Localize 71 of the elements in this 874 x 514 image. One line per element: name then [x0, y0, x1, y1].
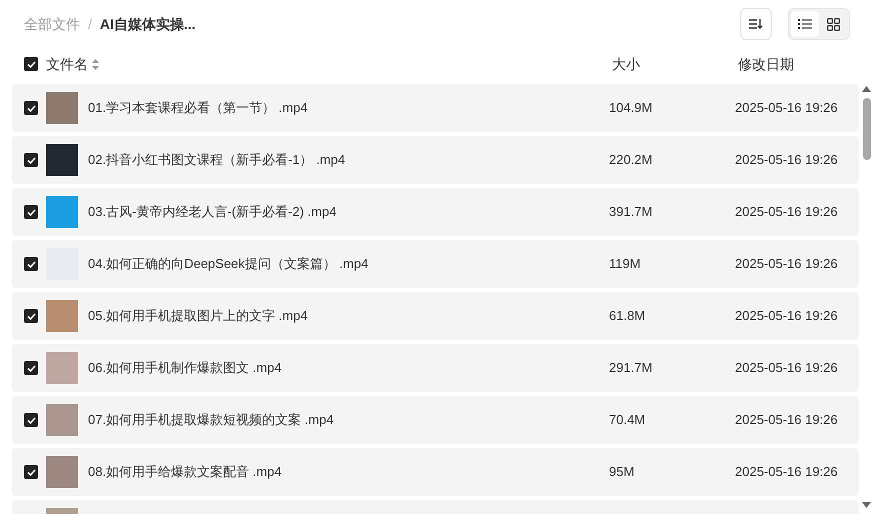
modified-date: 2025-05-16 19:26	[735, 203, 839, 222]
sort-icon	[749, 18, 763, 30]
file-row[interactable]: 04.如何正确的向DeepSeek提问（文案篇） .mp4 119M 2025-05-16 19:26	[12, 240, 859, 288]
column-header[interactable]: 文件名	[46, 54, 88, 74]
file-size: 70.4M	[609, 411, 646, 430]
file-row[interactable]: 07.如何用手机提取爆款短视频的文案 .mp4 70.4M 2025-05-16 19:26	[12, 396, 859, 444]
file-name[interactable]: 03.古风-黄帝内经老人言-(新手必看-2) .mp4	[88, 202, 336, 222]
scroll-up-icon[interactable]	[862, 86, 871, 92]
row-checkbox[interactable]	[24, 257, 38, 271]
video-thumbnail	[46, 352, 78, 384]
video-thumbnail	[46, 300, 78, 332]
breadcrumb-separator: /	[88, 14, 92, 34]
row-checkbox[interactable]	[24, 413, 38, 427]
file-row[interactable]: 03.古风-黄帝内经老人言-(新手必看-2) .mp4 391.7M 2025-05-16 19:26	[12, 188, 859, 236]
file-row[interactable]: 05.如何用手机提取图片上的文字 .mp4 61.8M 2025-05-16 19:26	[12, 292, 859, 340]
scrollbar-thumb[interactable]	[862, 98, 870, 160]
checkmark-icon	[26, 364, 36, 372]
modified-date: 2025-05-16 19:26	[735, 411, 839, 430]
video-thumbnail	[46, 404, 78, 436]
column-header: 修改日期	[738, 54, 795, 74]
modified-date: 2025-05-16 19:26	[735, 151, 839, 170]
modified-date: 2025-05-16 19:26	[735, 255, 839, 274]
file-row[interactable]: 01.学习本套课程必看（第一节） .mp4 104.9M 2025-05-16 19:26	[12, 84, 859, 132]
file-size: 291.7M	[609, 359, 654, 378]
row-checkbox[interactable]	[24, 153, 38, 167]
checkmark-icon	[26, 104, 36, 112]
row-checkbox[interactable]	[24, 465, 38, 479]
row-checkbox[interactable]	[24, 205, 38, 219]
file-size: 104.9M	[609, 99, 654, 118]
video-thumbnail	[46, 196, 78, 228]
file-row[interactable]: 02.抖音小红书图文课程（新手必看-1） .mp4 220.2M 2025-05-16 19:26	[12, 136, 859, 184]
row-checkbox[interactable]	[24, 309, 38, 323]
video-thumbnail	[46, 456, 78, 488]
file-name[interactable]: 06.如何用手机制作爆款图文 .mp4	[88, 358, 282, 378]
file-name[interactable]: 02.抖音小红书图文课程（新手必看-1） .mp4	[88, 150, 346, 170]
file-name[interactable]: 01.学习本套课程必看（第一节） .mp4	[88, 98, 308, 118]
breadcrumb-current: AI自媒体实操...	[100, 14, 196, 34]
checkmark-icon	[26, 156, 36, 164]
file-name[interactable]: 05.如何用手机提取图片上的文字 .mp4	[88, 306, 308, 326]
modified-date: 2025-05-16 19:26	[735, 307, 839, 326]
file-row[interactable]: 06.如何用手机制作爆款图文 .mp4 291.7M 2025-05-16 19:26	[12, 344, 859, 392]
checkmark-icon	[26, 208, 36, 216]
file-size: 391.7M	[609, 203, 654, 222]
video-thumbnail	[46, 92, 78, 124]
checkmark-icon	[26, 416, 36, 424]
file-row[interactable]: 08.如何用手给爆款文案配音 .mp4 95M 2025-05-16 19:26	[12, 448, 859, 496]
file-size: 95M	[609, 463, 636, 482]
column-header: 大小	[612, 54, 641, 74]
sort-button[interactable]	[740, 8, 772, 40]
checkmark-icon	[26, 312, 36, 320]
sort-toggle-icon[interactable]	[92, 58, 99, 70]
file-size: 220.2M	[609, 151, 654, 170]
list-view-icon	[798, 18, 812, 30]
file-name[interactable]: 04.如何正确的向DeepSeek提问（文案篇） .mp4	[88, 254, 368, 274]
scroll-down-icon[interactable]	[862, 502, 871, 508]
list-view-button[interactable]	[791, 11, 819, 37]
file-name[interactable]: 07.如何用手机提取爆款短视频的文案 .mp4	[88, 410, 334, 430]
checkmark-icon	[26, 468, 36, 476]
select-all-checkbox[interactable]	[24, 57, 38, 71]
file-name[interactable]: 08.如何用手给爆款文案配音 .mp4	[88, 462, 282, 482]
checkmark-icon	[26, 260, 36, 268]
file-size: 119M	[609, 255, 642, 274]
checkmark-icon	[26, 60, 36, 68]
row-checkbox[interactable]	[24, 361, 38, 375]
modified-date: 2025-05-16 19:26	[735, 99, 839, 118]
modified-date: 2025-05-16 19:26	[735, 463, 839, 482]
file-size: 61.8M	[609, 307, 646, 326]
row-checkbox[interactable]	[24, 101, 38, 115]
video-thumbnail	[46, 144, 78, 176]
grid-view-icon	[826, 18, 840, 30]
modified-date: 2025-05-16 19:26	[735, 359, 839, 378]
